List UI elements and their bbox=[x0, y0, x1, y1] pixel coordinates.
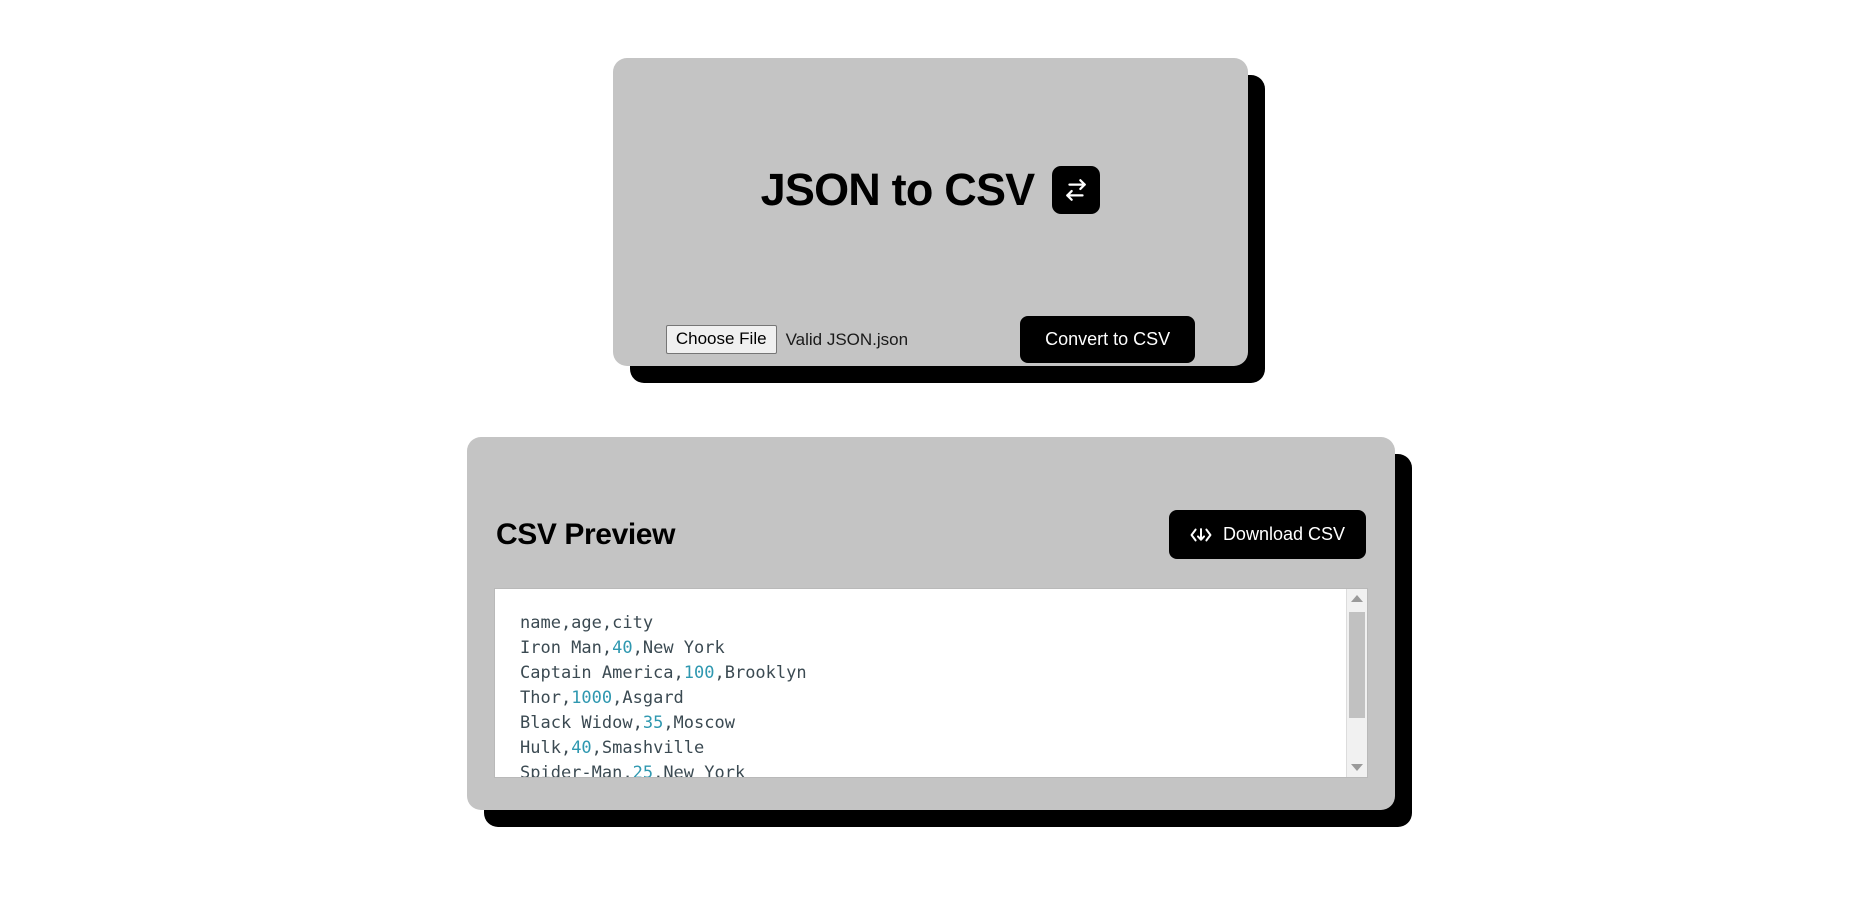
scroll-down-arrow[interactable] bbox=[1347, 758, 1367, 777]
scrollbar-thumb[interactable] bbox=[1349, 612, 1365, 718]
converter-card: JSON to CSV Choose File Valid JSON.json … bbox=[613, 58, 1248, 366]
code-download-icon bbox=[1190, 526, 1212, 544]
app-root: JSON to CSV Choose File Valid JSON.json … bbox=[0, 0, 1862, 900]
scroll-up-arrow[interactable] bbox=[1347, 589, 1367, 608]
csv-preview-card: CSV Preview Download CSV name,age,city I… bbox=[467, 437, 1395, 810]
preview-header: CSV Preview Download CSV bbox=[496, 495, 1366, 575]
csv-preview-box[interactable]: name,age,city Iron Man,40,New York Capta… bbox=[494, 588, 1368, 778]
json-file-input[interactable]: Choose File Valid JSON.json bbox=[665, 325, 909, 354]
csv-preview-scrollbar[interactable] bbox=[1346, 589, 1367, 777]
selected-file-name: Valid JSON.json bbox=[785, 329, 909, 349]
app-title-row: JSON to CSV bbox=[613, 137, 1248, 242]
page-title: JSON to CSV bbox=[760, 164, 1036, 216]
choose-file-button[interactable]: Choose File bbox=[665, 325, 777, 354]
swap-horizontal-icon bbox=[1052, 165, 1101, 214]
download-csv-button[interactable]: Download CSV bbox=[1168, 510, 1366, 560]
download-csv-label: Download CSV bbox=[1222, 524, 1345, 545]
converter-controls-row: Choose File Valid JSON.json Convert to C… bbox=[613, 316, 1248, 363]
csv-text-content[interactable]: name,age,city Iron Man,40,New York Capta… bbox=[495, 589, 1346, 777]
convert-to-csv-button[interactable]: Convert to CSV bbox=[1020, 316, 1196, 363]
preview-title: CSV Preview bbox=[496, 517, 676, 551]
